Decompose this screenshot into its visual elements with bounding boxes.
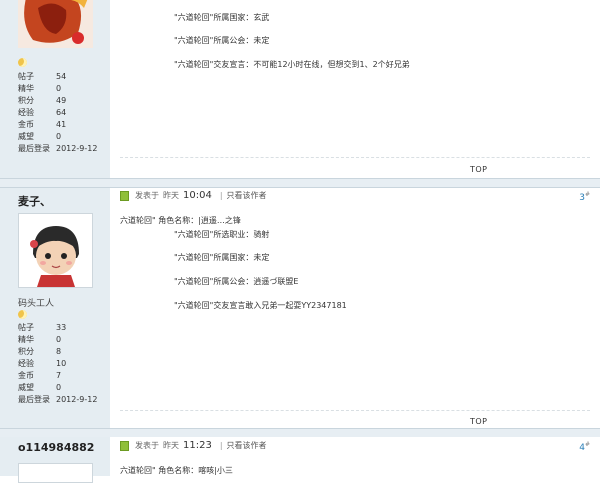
rank-moon-icon — [18, 58, 27, 67]
username[interactable]: 麦子、 — [18, 193, 51, 209]
post-meta: 发表于 昨天 10:04 | 只看该作者 — [120, 190, 267, 201]
stat-digest: 精华 0 — [18, 335, 62, 344]
user-stats: 帖子 33 精华 0 积分 8 经验 10 金币 7 威望 0 最后登录 2012-9-12 — [18, 322, 97, 406]
avatar[interactable] — [18, 463, 93, 483]
post-3-sidebar: o114984882 — [0, 437, 110, 483]
stat-last-login: 最后登录 2012-9-12 — [18, 395, 98, 404]
post-3-content: 发表于 昨天 11:23 | 只看该作者 4# 六道轮回" 角色名称：喀咳|小三 — [110, 437, 600, 476]
stat-digest: 精华 0 — [18, 84, 62, 93]
posted-prefix: 发表于 — [135, 441, 159, 450]
stat-gold: 金币 7 — [18, 371, 62, 380]
post-2: 麦子、 码头工人 帖子 33 精华 0 积分 8 经验 10 金币 7 威望 0… — [0, 188, 600, 430]
meta-separator: | — [219, 191, 223, 200]
post-3: o114984882 发表于 昨天 11:23 | 只看该作者 4# 六道轮回"… — [0, 437, 600, 483]
post-1: 帖子 54 精华 0 积分 49 经验 64 金币 41 威望 0 最后登录 2012-9-1… — [0, 0, 600, 181]
post-2-sidebar: 麦子、 码头工人 帖子 33 精华 0 积分 8 经验 10 金币 7 威望 0… — [0, 188, 110, 430]
post-line: "六道轮回"所选职业：骑射 — [174, 230, 270, 239]
post-1-content: "六道轮回"所属国家：玄武 "六道轮回"所属公会：未定 "六道轮回"交友宣言：不… — [110, 0, 600, 181]
post-line: "六道轮回"所属公会：逍遥づ联盟E — [174, 277, 299, 286]
avatar-image — [19, 214, 92, 287]
stat-posts: 帖子 54 — [18, 72, 67, 81]
post-line: "六道轮回"所属国家：玄武 — [174, 13, 270, 22]
post-line: "六道轮回"所属国家：未定 — [174, 253, 270, 262]
post-line: 六道轮回" 角色名称：|逍遥…之锋 — [120, 216, 241, 225]
username[interactable]: o114984882 — [18, 441, 94, 454]
only-author-link[interactable]: 只看该作者 — [227, 190, 267, 201]
stat-points: 积分 8 — [18, 347, 62, 356]
avatar[interactable] — [18, 0, 93, 63]
back-to-top-link[interactable]: TOP — [470, 165, 488, 174]
post-meta: 发表于 昨天 11:23 | 只看该作者 — [120, 440, 267, 451]
stat-points: 积分 49 — [18, 96, 67, 105]
meta-separator: | — [219, 441, 223, 450]
post-line: "六道轮回"交友宣言：不可能12小时在线，但想交到1、2个好兄弟 — [174, 60, 410, 69]
stat-gold: 金币 41 — [18, 120, 67, 129]
post-2-content: 发表于 昨天 10:04 | 只看该作者 3# 六道轮回" 角色名称：|逍遥…之… — [110, 188, 600, 430]
stat-prestige: 威望 0 — [18, 132, 62, 141]
stat-experience: 经验 10 — [18, 359, 67, 368]
floor-number[interactable]: 3# — [579, 191, 590, 203]
game-avatar-image — [18, 0, 93, 48]
stat-last-login: 最后登录 2012-9-12 — [18, 144, 98, 153]
post-1-sidebar: 帖子 54 精华 0 积分 49 经验 64 金币 41 威望 0 最后登录 2012-9-1… — [0, 0, 110, 181]
post-line: 六道轮回" 角色名称：喀咳|小三 — [120, 466, 233, 475]
posted-day: 昨天 — [163, 441, 179, 450]
rank-moon-icon — [18, 310, 27, 319]
floor-number[interactable]: 4# — [579, 441, 590, 453]
user-rank: 码头工人 — [18, 299, 55, 309]
post-divider — [120, 410, 590, 411]
posted-day: 昨天 — [163, 191, 179, 200]
stat-experience: 经验 64 — [18, 108, 67, 117]
stat-prestige: 威望 0 — [18, 383, 62, 392]
stat-posts: 帖子 33 — [18, 323, 67, 332]
posted-time: 10:04 — [183, 190, 212, 201]
user-stats: 帖子 54 精华 0 积分 49 经验 64 金币 41 威望 0 最后登录 2012-9-1… — [18, 71, 97, 155]
post-divider — [120, 157, 590, 158]
back-to-top-link[interactable]: TOP — [470, 417, 488, 426]
post-icon — [120, 190, 129, 201]
post-line: "六道轮回"所属公会：未定 — [174, 36, 270, 45]
post-line: "六道轮回"交友宣言敢入兄弟一起耍YY2347181 — [174, 301, 347, 310]
posted-time: 11:23 — [183, 440, 212, 451]
post-separator — [0, 178, 600, 188]
only-author-link[interactable]: 只看该作者 — [227, 440, 267, 451]
avatar[interactable] — [18, 213, 93, 288]
post-icon — [120, 440, 129, 451]
posted-prefix: 发表于 — [135, 191, 159, 200]
